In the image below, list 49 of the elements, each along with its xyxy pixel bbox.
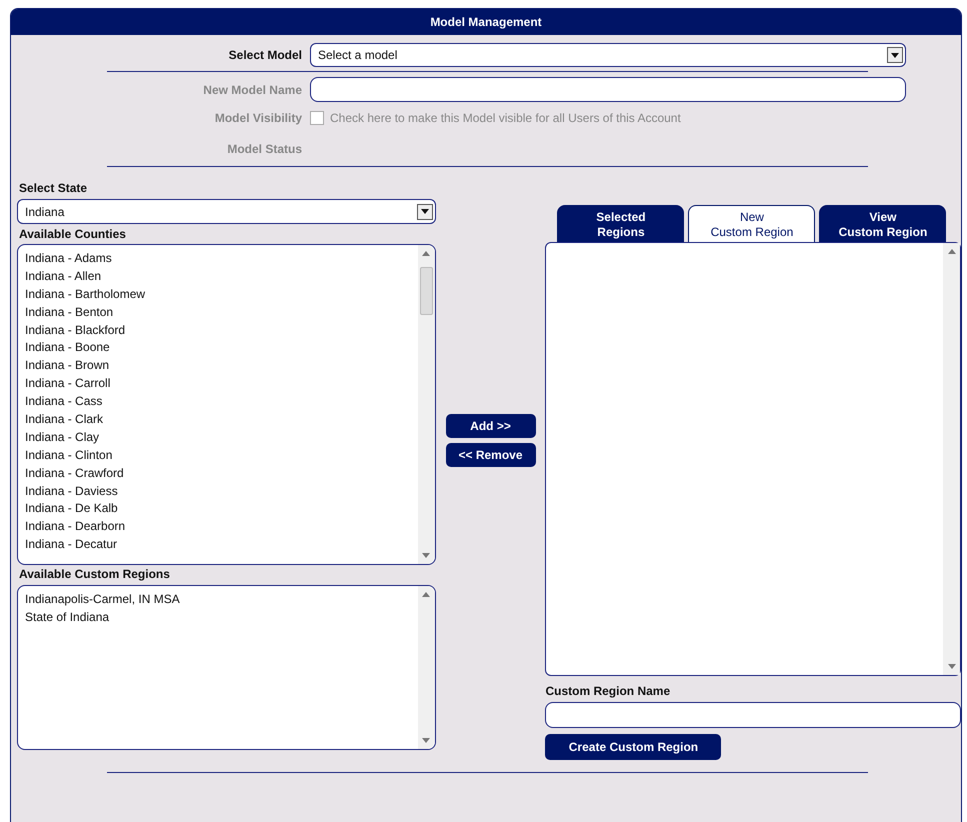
scroll-up-icon[interactable] <box>422 251 430 256</box>
create-region-button[interactable]: Create Custom Region <box>545 734 722 760</box>
checkbox-label: Check here to make this Model visible for all Users of this Account <box>330 110 681 125</box>
section-label: Select State <box>18 181 88 195</box>
move-button[interactable]: << Remove <box>446 443 536 467</box>
state-dropdown[interactable]: Indiana <box>17 199 436 224</box>
region-item[interactable]: Indianapolis-Carmel, IN MSA <box>25 590 411 608</box>
county-item[interactable]: Indiana - Dearborn <box>25 517 411 536</box>
county-item[interactable]: Indiana - Clark <box>25 410 411 428</box>
field-label: Model Visibility <box>214 111 302 125</box>
county-item[interactable]: Indiana - Adams <box>25 249 411 267</box>
region-name-field[interactable] <box>545 702 962 728</box>
county-item[interactable]: Indiana - Decatur <box>25 535 411 554</box>
scroll-up-icon[interactable] <box>422 592 430 597</box>
tab[interactable]: New Custom Region <box>688 205 816 242</box>
field-label: Model Status <box>226 142 302 156</box>
county-item[interactable]: Indiana - Benton <box>25 302 411 321</box>
scrollbar[interactable] <box>943 243 960 675</box>
county-item[interactable]: Indiana - Blackford <box>25 320 411 338</box>
region-item[interactable]: State of Indiana <box>25 608 411 626</box>
tab[interactable]: View Custom Region <box>819 205 946 242</box>
section-label: Available Custom Regions <box>18 567 171 581</box>
scroll-down-icon[interactable] <box>422 553 430 558</box>
field-label: New Model Name <box>202 82 302 96</box>
scroll-down-icon[interactable] <box>948 664 956 669</box>
scroll-up-icon[interactable] <box>948 249 956 254</box>
county-item[interactable]: Indiana - Bartholomew <box>25 284 411 303</box>
section-label: Available Counties <box>18 227 127 241</box>
move-button[interactable]: Add >> <box>446 414 536 438</box>
county-item[interactable]: Indiana - Clay <box>25 428 411 446</box>
county-item[interactable]: Indiana - Cass <box>25 392 411 410</box>
tab[interactable]: Selected Regions <box>557 205 684 242</box>
county-item[interactable]: Indiana - Carroll <box>25 374 411 392</box>
model-dropdown[interactable]: Select a model <box>310 43 906 67</box>
scrollbar[interactable] <box>418 586 435 749</box>
county-item[interactable]: Indiana - Allen <box>25 266 411 285</box>
county-item[interactable]: Indiana - Daviess <box>25 482 411 500</box>
field-label: Custom Region Name <box>545 684 672 698</box>
county-item[interactable]: Indiana - De Kalb <box>25 499 411 518</box>
county-item[interactable]: Indiana - Crawford <box>25 464 411 482</box>
county-item[interactable]: Indiana - Brown <box>25 356 411 374</box>
county-item[interactable]: Indiana - Boone <box>25 338 411 356</box>
field-label: Select Model <box>228 48 302 62</box>
county-item[interactable]: Indiana - Clinton <box>25 446 411 464</box>
window-title: Model Management <box>11 9 961 35</box>
scroll-down-icon[interactable] <box>422 738 430 743</box>
scrollbar-thumb[interactable] <box>420 267 433 315</box>
model-name-field[interactable] <box>310 77 906 102</box>
scrollbar[interactable] <box>418 245 435 564</box>
